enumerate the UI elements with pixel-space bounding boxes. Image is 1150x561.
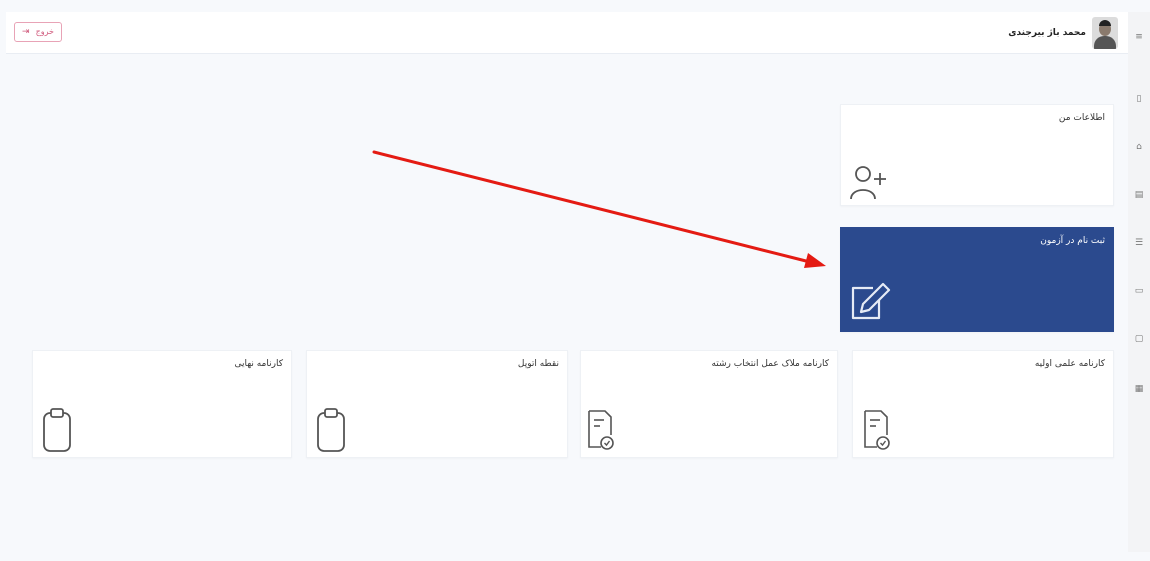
card-exam-register[interactable]: ثبت نام در آزمون xyxy=(840,227,1114,332)
doc-icon[interactable]: ▤ xyxy=(1134,190,1144,200)
home-icon[interactable]: ⌂ xyxy=(1134,142,1144,152)
card-title: اطلاعات من xyxy=(1058,113,1105,123)
calendar-icon[interactable]: ▦ xyxy=(1134,384,1144,394)
card-title: کارنامه ملاک عمل انتخاب رشته xyxy=(711,359,829,369)
avatar xyxy=(1092,17,1118,49)
card-seat-card[interactable]: نقطه اتوپل xyxy=(306,350,568,458)
card-final-report[interactable]: کارنامه نهایی xyxy=(32,350,292,458)
card-personal-info[interactable]: اطلاعات من xyxy=(840,104,1114,206)
grid-icon[interactable]: ▯ xyxy=(1134,94,1144,104)
card-choice-report[interactable]: کارنامه ملاک عمل انتخاب رشته xyxy=(580,350,838,458)
page-frame: ⇥ خروج محمد باژ بیرجندی ≡ ▯ ⌂ ▤ ☰ ▭ ▢ ▦ … xyxy=(0,0,1150,561)
user-profile[interactable]: محمد باژ بیرجندی xyxy=(1008,16,1118,50)
list-icon[interactable]: ☰ xyxy=(1134,238,1144,248)
card-title: کارنامه نهایی xyxy=(234,359,283,369)
file-icon[interactable]: ▭ xyxy=(1134,286,1144,296)
side-rail: ≡ ▯ ⌂ ▤ ☰ ▭ ▢ ▦ xyxy=(1128,12,1150,552)
card-initial-report[interactable]: کارنامه علمی اولیه xyxy=(852,350,1114,458)
card-title: کارنامه علمی اولیه xyxy=(1034,359,1105,369)
clipboard-icon xyxy=(317,408,345,452)
trash-icon[interactable]: ▢ xyxy=(1134,334,1144,344)
clipboard-icon xyxy=(43,408,71,452)
report-icon xyxy=(864,410,890,450)
card-title: ثبت نام در آزمون xyxy=(1040,236,1105,246)
logout-icon: ⇥ xyxy=(22,27,30,37)
edit-icon xyxy=(851,282,891,320)
top-bar: ⇥ خروج محمد باژ بیرجندی xyxy=(6,12,1128,54)
report-icon xyxy=(588,410,614,450)
card-title: نقطه اتوپل xyxy=(517,359,559,369)
exit-button[interactable]: ⇥ خروج xyxy=(14,22,62,42)
menu-icon[interactable]: ≡ xyxy=(1134,32,1144,42)
user-add-icon xyxy=(850,166,886,200)
exit-label: خروج xyxy=(35,27,54,36)
user-name: محمد باژ بیرجندی xyxy=(1008,28,1086,38)
